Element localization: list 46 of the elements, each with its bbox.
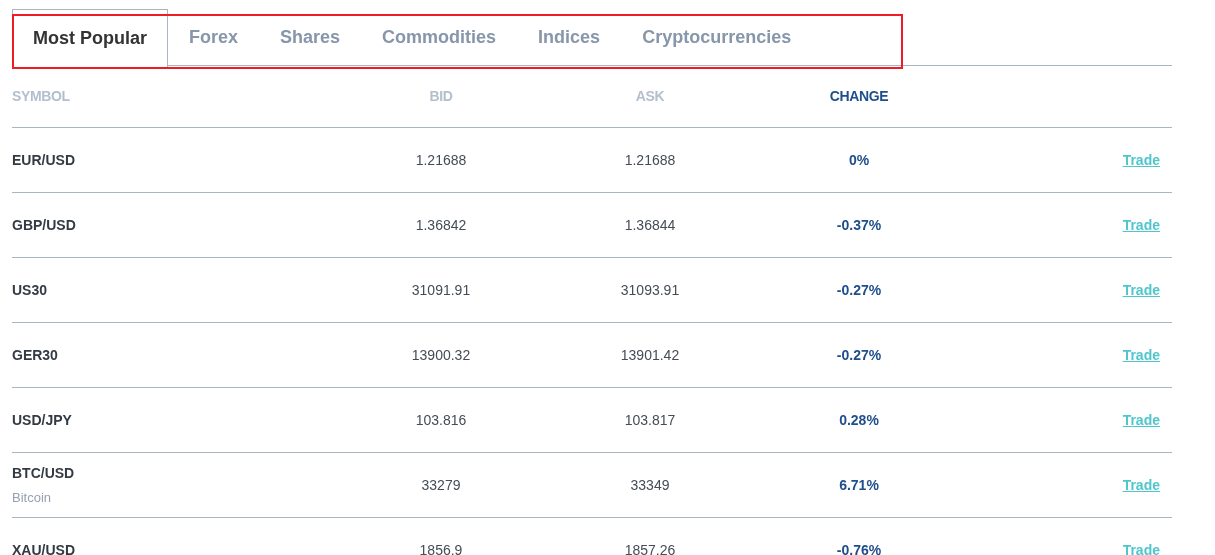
ask-cell-text: 103.817 bbox=[624, 410, 676, 430]
trade-link[interactable]: Trade bbox=[1122, 214, 1160, 236]
bid-cell-text: 31091.91 bbox=[411, 280, 471, 300]
column-header: ASK bbox=[635, 87, 665, 106]
bid-cell-text: 1856.9 bbox=[419, 540, 463, 555]
change-cell-text: -0.27% bbox=[836, 280, 882, 300]
symbol-cell-text: BTC/USD bbox=[12, 463, 75, 483]
tab[interactable]: Shares bbox=[259, 9, 362, 66]
bid-cell-text: 1.21688 bbox=[415, 150, 467, 170]
ask-cell-text: 1857.26 bbox=[624, 540, 676, 555]
symbol-cell-text: US30 bbox=[12, 280, 48, 300]
tab[interactable]: Commodities bbox=[361, 9, 518, 66]
trade-link[interactable]: Trade bbox=[1122, 474, 1160, 496]
change-cell-text: -0.76% bbox=[836, 540, 882, 555]
symbol-cell-text: GBP/USD bbox=[12, 215, 76, 235]
bid-cell-text: 103.816 bbox=[415, 410, 467, 430]
bid-cell-text: 1.36842 bbox=[415, 215, 467, 235]
change-cell-text: 0.28% bbox=[839, 410, 879, 430]
change-cell-text: 6.71% bbox=[839, 475, 879, 495]
trade-link[interactable]: Trade bbox=[1122, 409, 1160, 431]
column-header: CHANGE bbox=[829, 87, 889, 106]
symbol-cell-text: USD/JPY bbox=[12, 410, 72, 430]
symbol-cell-text: XAU/USD bbox=[12, 540, 75, 555]
symbol-cell-text: EUR/USD bbox=[12, 150, 75, 170]
bid-cell-text: 13900.32 bbox=[411, 345, 471, 365]
symbol-cell-text: GER30 bbox=[12, 345, 58, 365]
tab[interactable]: Indices bbox=[517, 9, 622, 66]
trade-link[interactable]: Trade bbox=[1122, 539, 1160, 555]
ask-cell-text: 1.21688 bbox=[624, 150, 676, 170]
tab[interactable]: Most Popular bbox=[12, 9, 168, 67]
ask-cell-text: 33349 bbox=[630, 475, 670, 495]
trade-link[interactable]: Trade bbox=[1122, 344, 1160, 366]
trade-link[interactable]: Trade bbox=[1122, 279, 1160, 301]
tab[interactable]: Cryptocurrencies bbox=[621, 9, 813, 66]
ask-cell-text: 13901.42 bbox=[620, 345, 680, 365]
instrument-name: Bitcoin bbox=[12, 488, 53, 507]
tab[interactable]: Forex bbox=[168, 9, 260, 66]
change-cell-text: 0% bbox=[848, 150, 870, 170]
trade-link[interactable]: Trade bbox=[1122, 149, 1160, 171]
ask-cell-text: 31093.91 bbox=[620, 280, 680, 300]
ask-cell-text: 1.36844 bbox=[624, 215, 676, 235]
change-cell-text: -0.27% bbox=[836, 345, 882, 365]
bid-cell-text: 33279 bbox=[421, 475, 461, 495]
change-cell-text: -0.37% bbox=[836, 215, 882, 235]
column-header: BID bbox=[429, 87, 453, 106]
column-header: SYMBOL bbox=[12, 87, 70, 106]
